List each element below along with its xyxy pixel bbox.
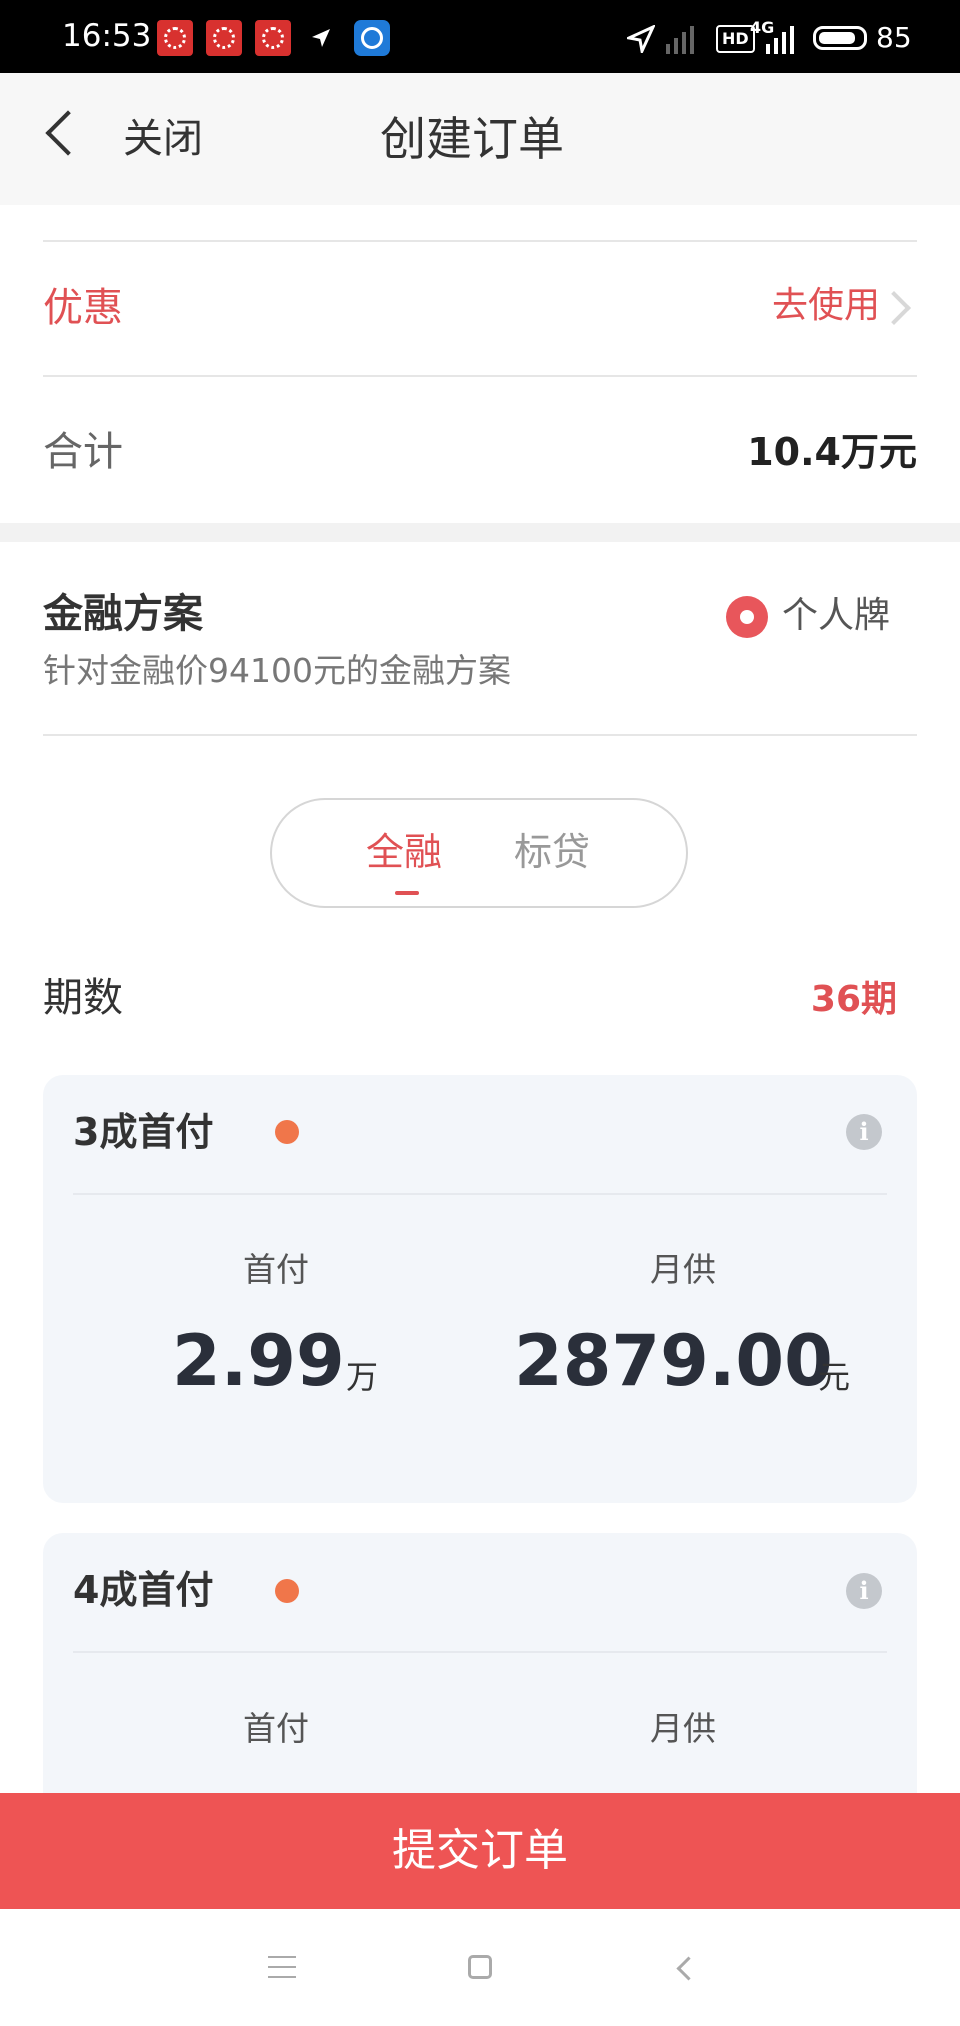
total-label: 合计 xyxy=(43,429,123,475)
down-payment-label: 首付 xyxy=(243,1250,309,1289)
finance-subtitle: 针对金融价94100元的金融方案 xyxy=(43,651,511,690)
plate-option-label[interactable]: 个人牌 xyxy=(782,590,890,642)
submit-order-button[interactable]: 提交订单 xyxy=(0,1793,960,1909)
signal-icon xyxy=(752,22,802,54)
notification-icon xyxy=(255,20,291,56)
status-time: 16:53 xyxy=(62,18,152,54)
finance-title: 金融方案 xyxy=(43,591,203,637)
tab-full-finance[interactable]: 全融 xyxy=(366,826,442,878)
home-icon[interactable] xyxy=(468,1955,492,1979)
location-arrow-icon xyxy=(627,25,655,53)
page-title: 创建订单 xyxy=(380,112,564,166)
notification-icon xyxy=(157,20,193,56)
plan-segmented-control xyxy=(270,798,688,908)
info-icon[interactable]: i xyxy=(846,1573,882,1609)
term-label: 期数 xyxy=(43,975,123,1021)
notification-icon xyxy=(206,20,242,56)
battery-level xyxy=(819,32,855,44)
down-payment-label: 首付 xyxy=(243,1709,309,1748)
menu-icon[interactable] xyxy=(268,1956,296,1978)
app-icon xyxy=(354,20,390,56)
plan-card-title: 3成首付 xyxy=(73,1110,214,1154)
divider xyxy=(43,240,917,242)
divider xyxy=(43,734,917,736)
divider xyxy=(73,1651,887,1653)
monthly-payment-label: 月供 xyxy=(650,1250,716,1289)
monthly-payment-unit: 元 xyxy=(818,1358,851,1396)
status-dot-icon xyxy=(275,1579,299,1603)
divider xyxy=(73,1193,887,1195)
active-tab-indicator xyxy=(395,891,419,895)
down-payment-value: 2.99 xyxy=(172,1320,345,1402)
divider xyxy=(43,375,917,377)
tab-standard-loan[interactable]: 标贷 xyxy=(514,826,590,878)
location-icon xyxy=(312,29,330,47)
battery-icon xyxy=(813,26,867,50)
term-value[interactable]: 36期 xyxy=(811,974,897,1026)
monthly-payment-label: 月供 xyxy=(650,1709,716,1748)
plan-card-title: 4成首付 xyxy=(73,1568,214,1612)
total-value: 10.4万元 xyxy=(747,430,917,474)
signal-icon xyxy=(666,22,706,54)
radio-selected-icon[interactable] xyxy=(726,596,768,638)
monthly-payment-value: 2879.00 xyxy=(514,1320,833,1402)
hd-icon: HD xyxy=(716,25,755,53)
status-dot-icon xyxy=(275,1120,299,1144)
use-promo-link[interactable]: 去使用 xyxy=(772,282,880,330)
battery-percent: 85 xyxy=(876,21,912,54)
promo-label: 优惠 xyxy=(43,285,123,331)
status-bar: 16:53 HD 4G 85 xyxy=(0,0,960,73)
info-icon[interactable]: i xyxy=(846,1114,882,1150)
close-button[interactable]: 关闭 xyxy=(123,113,203,165)
down-payment-unit: 万 xyxy=(346,1358,379,1396)
